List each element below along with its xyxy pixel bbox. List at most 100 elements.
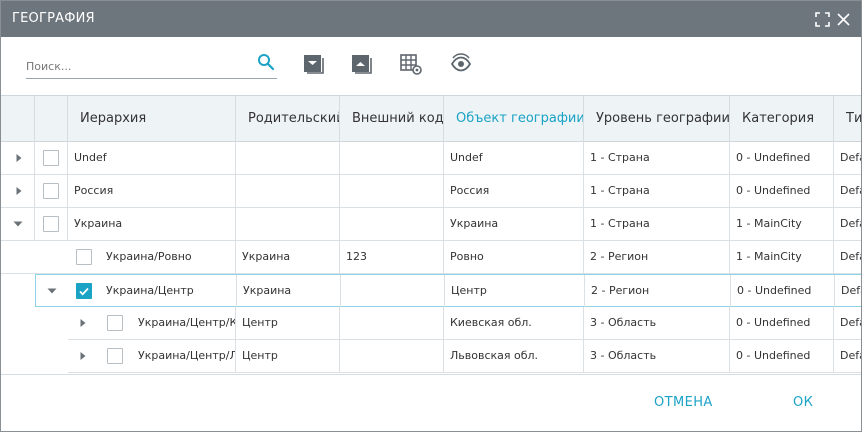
expand-arrow-icon[interactable] bbox=[76, 316, 90, 330]
external-code-cell bbox=[340, 175, 444, 207]
external-code-cell bbox=[340, 340, 444, 372]
table-row[interactable]: Украина/Ровно Украина 123 Ровно 2 - Реги… bbox=[1, 241, 861, 274]
category-cell: 1 - MainCity bbox=[730, 241, 834, 273]
eye-refresh-icon bbox=[450, 53, 472, 72]
header-hierarchy[interactable]: Иерархия bbox=[68, 96, 236, 142]
category-cell: 0 - Undefined bbox=[730, 307, 834, 339]
header-geo-level[interactable]: Уровень географии bbox=[584, 96, 730, 142]
geo-level-cell: 1 - Страна bbox=[584, 208, 730, 240]
hierarchy-label: Украина/Центр/Л bbox=[138, 349, 236, 362]
expander-cell bbox=[1, 175, 35, 207]
external-code-cell bbox=[340, 307, 444, 339]
parent-cell bbox=[236, 142, 340, 174]
geo-object-cell: Undef bbox=[444, 142, 584, 174]
category-cell: 0 - Undefined bbox=[730, 175, 834, 207]
geo-level-cell: 2 - Регион bbox=[584, 241, 730, 273]
table-row[interactable]: Undef Undef 1 - Страна 0 - Undefined Def… bbox=[1, 142, 861, 175]
checkbox-cell bbox=[35, 142, 68, 174]
search-icon[interactable] bbox=[257, 53, 275, 71]
row-checkbox[interactable] bbox=[107, 315, 123, 331]
checkmark-icon bbox=[79, 287, 89, 296]
close-icon[interactable] bbox=[836, 12, 851, 27]
type-cell: Defa bbox=[840, 349, 861, 362]
collapse-arrow-icon[interactable] bbox=[11, 217, 25, 231]
geography-grid: Иерархия Родительский Внешний код Объект… bbox=[1, 95, 861, 374]
dialog-title: ГЕОГРАФИЯ bbox=[12, 11, 95, 26]
header-expander-column bbox=[1, 96, 35, 142]
type-cell: Defa bbox=[840, 184, 861, 197]
table-row[interactable]: Россия Россия 1 - Страна 0 - Undefined D… bbox=[1, 175, 861, 208]
grid-settings-icon bbox=[400, 54, 422, 75]
parent-cell bbox=[236, 175, 340, 207]
header-parent[interactable]: Родительский bbox=[236, 96, 340, 142]
table-row-selected[interactable]: Украина/Центр Украина Центр 2 - Регион 0… bbox=[35, 274, 861, 307]
table-row[interactable]: Украина/Центр/Л Центр Львовская обл. 3 -… bbox=[68, 340, 861, 373]
geo-level-cell: 3 - Область bbox=[584, 307, 730, 339]
parent-cell: Украина bbox=[236, 241, 340, 273]
header-geo-object[interactable]: Объект географии bbox=[444, 96, 584, 142]
category-cell: 0 - Undefined bbox=[730, 142, 834, 174]
header-type[interactable]: Ти bbox=[834, 96, 861, 142]
table-row[interactable]: Украина Украина 1 - Страна 1 - MainCity … bbox=[1, 208, 861, 241]
maximize-icon[interactable] bbox=[815, 12, 830, 27]
collapse-all-icon bbox=[304, 55, 324, 74]
checkbox-cell bbox=[35, 208, 68, 240]
header-checkbox-column[interactable] bbox=[35, 96, 68, 142]
row-checkbox[interactable] bbox=[107, 348, 123, 364]
type-cell: Defa bbox=[840, 151, 861, 164]
hierarchy-label: Украина/Центр bbox=[106, 284, 194, 297]
geo-level-cell: 3 - Область bbox=[584, 340, 730, 372]
hierarchy-label: Украина/Центр/К bbox=[138, 316, 236, 329]
hierarchy-cell: Украина/Центр/Л bbox=[68, 340, 236, 372]
collapse-all-button[interactable] bbox=[301, 51, 327, 77]
view-toggle-button[interactable] bbox=[448, 51, 474, 77]
dialog-titlebar: ГЕОГРАФИЯ bbox=[1, 1, 861, 37]
grid-header: Иерархия Родительский Внешний код Объект… bbox=[1, 95, 861, 142]
geo-object-cell: Львовская обл. bbox=[444, 340, 584, 372]
external-code-cell: 123 bbox=[340, 241, 444, 273]
row-checkbox[interactable] bbox=[43, 150, 59, 166]
checkbox-cell bbox=[35, 175, 68, 207]
search-input[interactable] bbox=[26, 57, 246, 75]
hierarchy-cell: Россия bbox=[68, 175, 236, 207]
header-external-code[interactable]: Внешний код bbox=[340, 96, 444, 142]
expander-cell bbox=[36, 275, 69, 307]
expander-cell bbox=[1, 142, 35, 174]
geography-dialog: ГЕОГРАФИЯ Ие bbox=[0, 0, 862, 432]
external-code-cell bbox=[340, 208, 444, 240]
external-code-cell bbox=[341, 275, 445, 307]
hierarchy-cell: Украина bbox=[68, 208, 236, 240]
external-code-cell bbox=[340, 142, 444, 174]
expand-all-button[interactable] bbox=[349, 51, 375, 77]
hierarchy-cell: Украина/Ровно bbox=[68, 241, 236, 273]
cancel-button[interactable]: ОТМЕНА bbox=[654, 395, 713, 410]
type-cell: Defa bbox=[841, 284, 861, 297]
category-cell: 0 - Undefined bbox=[731, 275, 835, 307]
geo-level-cell: 2 - Регион bbox=[585, 275, 731, 307]
grid-settings-button[interactable] bbox=[398, 51, 424, 77]
toolbar bbox=[1, 37, 861, 95]
search-box bbox=[26, 53, 277, 79]
category-cell: 1 - MainCity bbox=[730, 208, 834, 240]
indent-cell bbox=[1, 241, 68, 273]
dialog-footer: ОТМЕНА ОК bbox=[1, 374, 861, 431]
type-cell: Defa bbox=[840, 316, 861, 329]
parent-cell bbox=[236, 208, 340, 240]
hierarchy-cell: Украина/Центр bbox=[69, 275, 237, 307]
table-row[interactable]: Украина/Центр/К Центр Киевская обл. 3 - … bbox=[68, 307, 861, 340]
expand-arrow-icon[interactable] bbox=[12, 184, 26, 198]
row-checkbox[interactable] bbox=[76, 249, 92, 265]
row-checkbox-checked[interactable] bbox=[76, 283, 92, 299]
header-category[interactable]: Категория bbox=[730, 96, 834, 142]
geo-level-cell: 1 - Страна bbox=[584, 142, 730, 174]
row-checkbox[interactable] bbox=[43, 183, 59, 199]
row-checkbox[interactable] bbox=[43, 216, 59, 232]
geo-level-cell: 1 - Страна bbox=[584, 175, 730, 207]
parent-cell: Центр bbox=[236, 307, 340, 339]
expand-arrow-icon[interactable] bbox=[76, 349, 90, 363]
geo-object-cell: Киевская обл. bbox=[444, 307, 584, 339]
expand-arrow-icon[interactable] bbox=[12, 151, 26, 165]
collapse-arrow-icon[interactable] bbox=[45, 284, 59, 298]
ok-button[interactable]: ОК bbox=[793, 395, 813, 410]
expander-cell bbox=[1, 208, 35, 240]
